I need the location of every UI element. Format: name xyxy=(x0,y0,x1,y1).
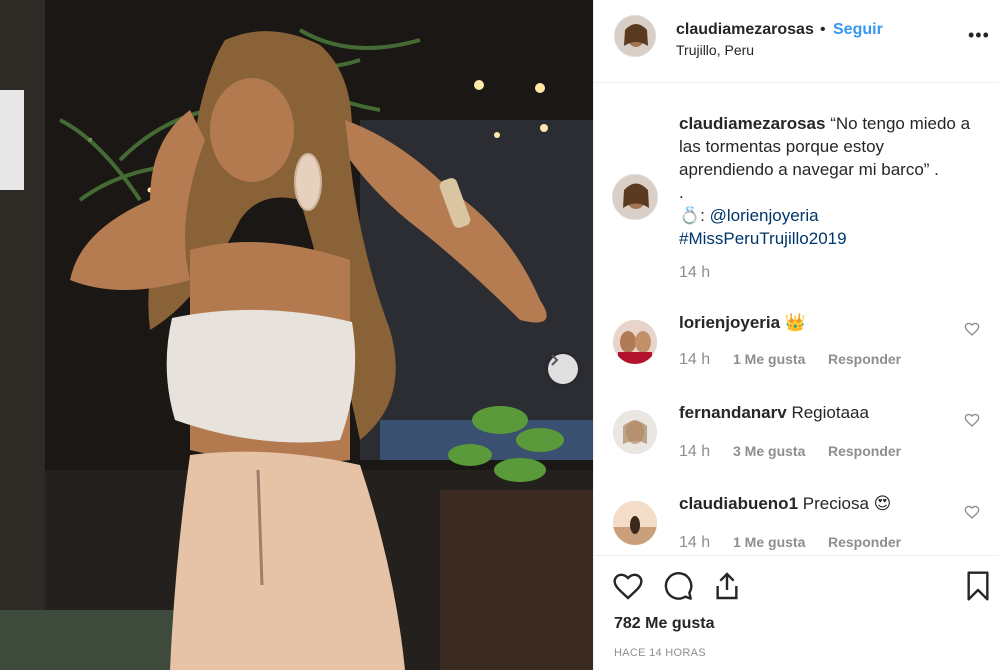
caption-username[interactable]: claudiamezarosas xyxy=(679,114,825,133)
author-avatar[interactable] xyxy=(614,15,656,57)
separator-dot: • xyxy=(820,21,826,38)
comment-username[interactable]: lorienjoyeria xyxy=(679,313,780,332)
chevron-right-icon xyxy=(551,354,559,366)
follow-button[interactable]: Seguir xyxy=(833,21,883,39)
comment-likes-count[interactable]: 1 Me gusta xyxy=(733,534,828,550)
comment-like-heart-icon[interactable] xyxy=(964,412,980,428)
ring-emoji: 💍 xyxy=(679,206,701,225)
comment-like-heart-icon[interactable] xyxy=(964,504,980,520)
post-caption: claudiamezarosas “No tengo miedo a las t… xyxy=(679,112,979,250)
comment-meta: 14 h1 Me gusta Responder xyxy=(679,534,901,552)
next-photo-button[interactable] xyxy=(548,354,578,384)
caption-dot-line: . xyxy=(679,183,684,202)
reply-button[interactable]: Responder xyxy=(828,534,901,550)
comment-meta: 14 h1 Me gusta Responder xyxy=(679,351,901,369)
share-icon[interactable] xyxy=(711,570,743,602)
reply-button[interactable]: Responder xyxy=(828,351,901,367)
post-photo[interactable] xyxy=(0,0,593,670)
crown-emoji: 👑 xyxy=(784,313,807,332)
comment-time[interactable]: 14 h xyxy=(679,351,733,369)
comment-likes-count[interactable]: 3 Me gusta xyxy=(733,443,828,459)
comment-meta: 14 h3 Me gusta Responder xyxy=(679,443,901,461)
comment-like-heart-icon[interactable] xyxy=(964,321,980,337)
caption-author-avatar[interactable] xyxy=(612,174,658,220)
post-header: claudiamezarosas • Seguir Trujillo, Peru… xyxy=(594,0,999,83)
post-actions: 782 Me gusta HACE 14 HORAS xyxy=(594,555,999,670)
comment-username[interactable]: fernandanarv xyxy=(679,403,787,422)
comment-time[interactable]: 14 h xyxy=(679,534,733,552)
post-timestamp[interactable]: HACE 14 HORAS xyxy=(614,647,706,659)
author-username[interactable]: claudiamezarosas xyxy=(676,21,814,39)
caption-mention-link[interactable]: @lorienjoyeria xyxy=(710,206,819,225)
like-heart-icon[interactable] xyxy=(612,570,644,602)
comment-text: claudiabueno1 Preciosa 😍 xyxy=(679,494,891,514)
caption-colon: : xyxy=(700,206,705,225)
comment-username[interactable]: claudiabueno1 xyxy=(679,494,798,513)
caption-time[interactable]: 14 h xyxy=(679,264,710,282)
heart-eyes-emoji: 😍 xyxy=(873,494,892,513)
post-likes-count[interactable]: 782 Me gusta xyxy=(614,615,714,633)
comment-body: Preciosa xyxy=(802,494,869,513)
comment-text: fernandanarv Regiotaaa xyxy=(679,403,869,423)
more-options-icon[interactable]: ••• xyxy=(968,26,990,44)
comment-bubble-icon[interactable] xyxy=(662,570,694,602)
comment-avatar[interactable] xyxy=(613,501,657,545)
bookmark-icon[interactable] xyxy=(962,570,994,602)
reply-button[interactable]: Responder xyxy=(828,443,901,459)
comment-avatar[interactable] xyxy=(613,320,657,364)
comments-list[interactable]: claudiamezarosas “No tengo miedo a las t… xyxy=(594,84,999,554)
comment-time[interactable]: 14 h xyxy=(679,443,733,461)
caption-hashtag-link[interactable]: #MissPeruTrujillo2019 xyxy=(679,229,847,248)
post-details-panel: claudiamezarosas • Seguir Trujillo, Peru… xyxy=(593,0,999,670)
comment-body: Regiotaaa xyxy=(791,403,869,422)
post-location[interactable]: Trujillo, Peru xyxy=(676,42,754,58)
comment-avatar[interactable] xyxy=(613,410,657,454)
comment-likes-count[interactable]: 1 Me gusta xyxy=(733,351,828,367)
photo-illustration xyxy=(0,0,593,670)
comment-text: lorienjoyeria 👑 xyxy=(679,313,806,333)
